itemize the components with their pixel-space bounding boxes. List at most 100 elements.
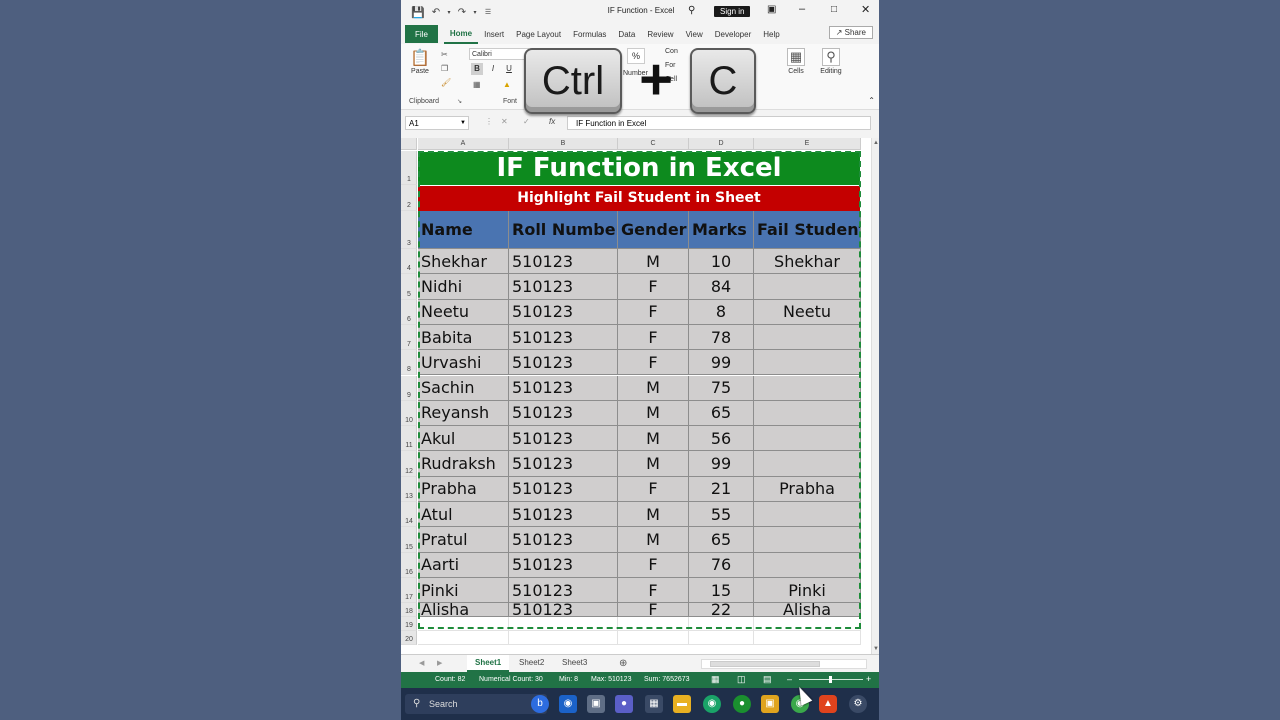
- table-cell[interactable]: F: [618, 476, 689, 502]
- redo-dropdown-icon[interactable]: ▾: [471, 2, 479, 22]
- borders-icon[interactable]: ▦: [473, 80, 481, 89]
- minimize-button[interactable]: –: [799, 3, 805, 15]
- table-cell[interactable]: 22: [689, 603, 754, 618]
- tab-page-layout[interactable]: Page Layout: [510, 24, 567, 44]
- row-header-9[interactable]: 9: [401, 375, 417, 401]
- row-header-10[interactable]: 10: [401, 400, 417, 427]
- table-cell[interactable]: 510123: [509, 375, 618, 401]
- row-header-11[interactable]: 11: [401, 426, 417, 452]
- table-cell[interactable]: 75: [689, 375, 754, 401]
- table-cell[interactable]: 510123: [509, 527, 618, 553]
- tab-developer[interactable]: Developer: [709, 24, 757, 44]
- table-cell[interactable]: Pinki: [754, 577, 861, 604]
- bing-icon[interactable]: b: [531, 695, 549, 713]
- table-cell[interactable]: 65: [689, 527, 754, 553]
- horizontal-scrollbar[interactable]: [701, 659, 867, 669]
- row-header-8[interactable]: 8: [401, 350, 417, 376]
- enter-icon[interactable]: ✓: [523, 117, 530, 126]
- font-name-box[interactable]: Calibri: [469, 48, 529, 60]
- table-cell[interactable]: 99: [689, 350, 754, 376]
- tab-home[interactable]: Home: [443, 24, 479, 44]
- empty-cell[interactable]: [754, 617, 861, 632]
- tab-review[interactable]: Review: [641, 24, 679, 44]
- table-cell[interactable]: [754, 527, 861, 553]
- empty-cell[interactable]: [754, 631, 861, 646]
- empty-cell[interactable]: [618, 617, 689, 632]
- tab-insert[interactable]: Insert: [478, 24, 510, 44]
- title-cell[interactable]: IF Function in Excel: [418, 152, 860, 185]
- table-cell[interactable]: [754, 502, 861, 528]
- cells-button[interactable]: ▦ Cells: [785, 48, 807, 75]
- empty-cell[interactable]: [689, 617, 754, 632]
- table-cell[interactable]: 65: [689, 400, 754, 427]
- table-cell[interactable]: Neetu: [418, 299, 509, 325]
- copy-icon[interactable]: ❐: [441, 64, 448, 73]
- row-header-7[interactable]: 7: [401, 324, 417, 351]
- row-header-5[interactable]: 5: [401, 274, 417, 300]
- table-cell[interactable]: Prabha: [418, 476, 509, 502]
- horizontal-scroll-thumb[interactable]: [710, 661, 820, 667]
- ribbon-display-options-icon[interactable]: ▣: [767, 4, 776, 15]
- next-sheet-icon[interactable]: ▶: [437, 659, 442, 667]
- row-header-17[interactable]: 17: [401, 577, 417, 604]
- search-icon[interactable]: ⚲: [688, 5, 695, 16]
- cancel-icon[interactable]: ✕: [501, 117, 508, 126]
- column-header-d[interactable]: D: [689, 138, 754, 150]
- sheet-tab-sheet2[interactable]: Sheet2: [511, 655, 552, 672]
- table-cell[interactable]: 510123: [509, 350, 618, 376]
- table-cell[interactable]: Aarti: [418, 552, 509, 578]
- column-header-b[interactable]: B: [509, 138, 618, 150]
- editing-button[interactable]: ⚲ Editing: [817, 48, 845, 75]
- undo-dropdown-icon[interactable]: ▾: [445, 2, 453, 22]
- row-header-6[interactable]: 6: [401, 299, 417, 325]
- tab-view[interactable]: View: [680, 24, 709, 44]
- tab-data[interactable]: Data: [612, 24, 641, 44]
- zoom-in-icon[interactable]: +: [866, 674, 871, 684]
- row-header-4[interactable]: 4: [401, 249, 417, 275]
- table-cell[interactable]: 510123: [509, 502, 618, 528]
- table-cell[interactable]: 510123: [509, 451, 618, 477]
- table-cell[interactable]: Neetu: [754, 299, 861, 325]
- table-cell[interactable]: 8: [689, 299, 754, 325]
- column-header-a[interactable]: A: [418, 138, 509, 150]
- taskbar-search[interactable]: ⚲ Search: [405, 694, 547, 714]
- table-cell[interactable]: Prabha: [754, 476, 861, 502]
- table-cell[interactable]: M: [618, 400, 689, 427]
- insert-function-icon[interactable]: fx: [549, 117, 555, 126]
- table-cell[interactable]: F: [618, 274, 689, 300]
- collapse-ribbon-icon[interactable]: ⌃: [868, 96, 875, 105]
- table-cell[interactable]: 10: [689, 249, 754, 275]
- zoom-slider[interactable]: [799, 676, 863, 683]
- table-cell[interactable]: [754, 350, 861, 376]
- table-cell[interactable]: 510123: [509, 603, 618, 618]
- maximize-button[interactable]: □: [831, 4, 837, 15]
- italic-button[interactable]: I: [487, 63, 499, 75]
- row-header-20[interactable]: 20: [401, 631, 417, 646]
- table-cell[interactable]: M: [618, 527, 689, 553]
- header-cell[interactable]: Roll Number: [509, 211, 618, 249]
- row-header-13[interactable]: 13: [401, 476, 417, 502]
- worksheet-grid[interactable]: ABCDE 1 2 3 4 5 6 7 8 9 10 11 12 13 14 15 16 17 18 19 20 Na…: [401, 138, 871, 654]
- underline-button[interactable]: U: [503, 63, 515, 75]
- sheet-tab-sheet3[interactable]: Sheet3: [554, 655, 595, 672]
- table-cell[interactable]: M: [618, 249, 689, 275]
- table-cell[interactable]: Shekhar: [754, 249, 861, 275]
- table-cell[interactable]: 510123: [509, 274, 618, 300]
- table-cell[interactable]: Reyansh: [418, 400, 509, 427]
- table-cell[interactable]: 510123: [509, 426, 618, 452]
- scroll-down-icon[interactable]: ▼: [873, 646, 879, 652]
- store-icon[interactable]: ▦: [645, 695, 663, 713]
- paste-button[interactable]: 📋 Paste: [409, 48, 431, 75]
- table-cell[interactable]: Alisha: [418, 603, 509, 618]
- table-cell[interactable]: [754, 274, 861, 300]
- table-cell[interactable]: Shekhar: [418, 249, 509, 275]
- table-cell[interactable]: [754, 451, 861, 477]
- header-cell[interactable]: Name: [418, 211, 509, 249]
- column-header-c[interactable]: C: [618, 138, 689, 150]
- table-cell[interactable]: 510123: [509, 299, 618, 325]
- share-button[interactable]: ↗ Share: [828, 26, 873, 39]
- sheet-tab-sheet1[interactable]: Sheet1: [467, 655, 510, 672]
- table-cell[interactable]: Pratul: [418, 527, 509, 553]
- table-cell[interactable]: Akul: [418, 426, 509, 452]
- chevron-down-icon[interactable]: ▼: [460, 117, 466, 130]
